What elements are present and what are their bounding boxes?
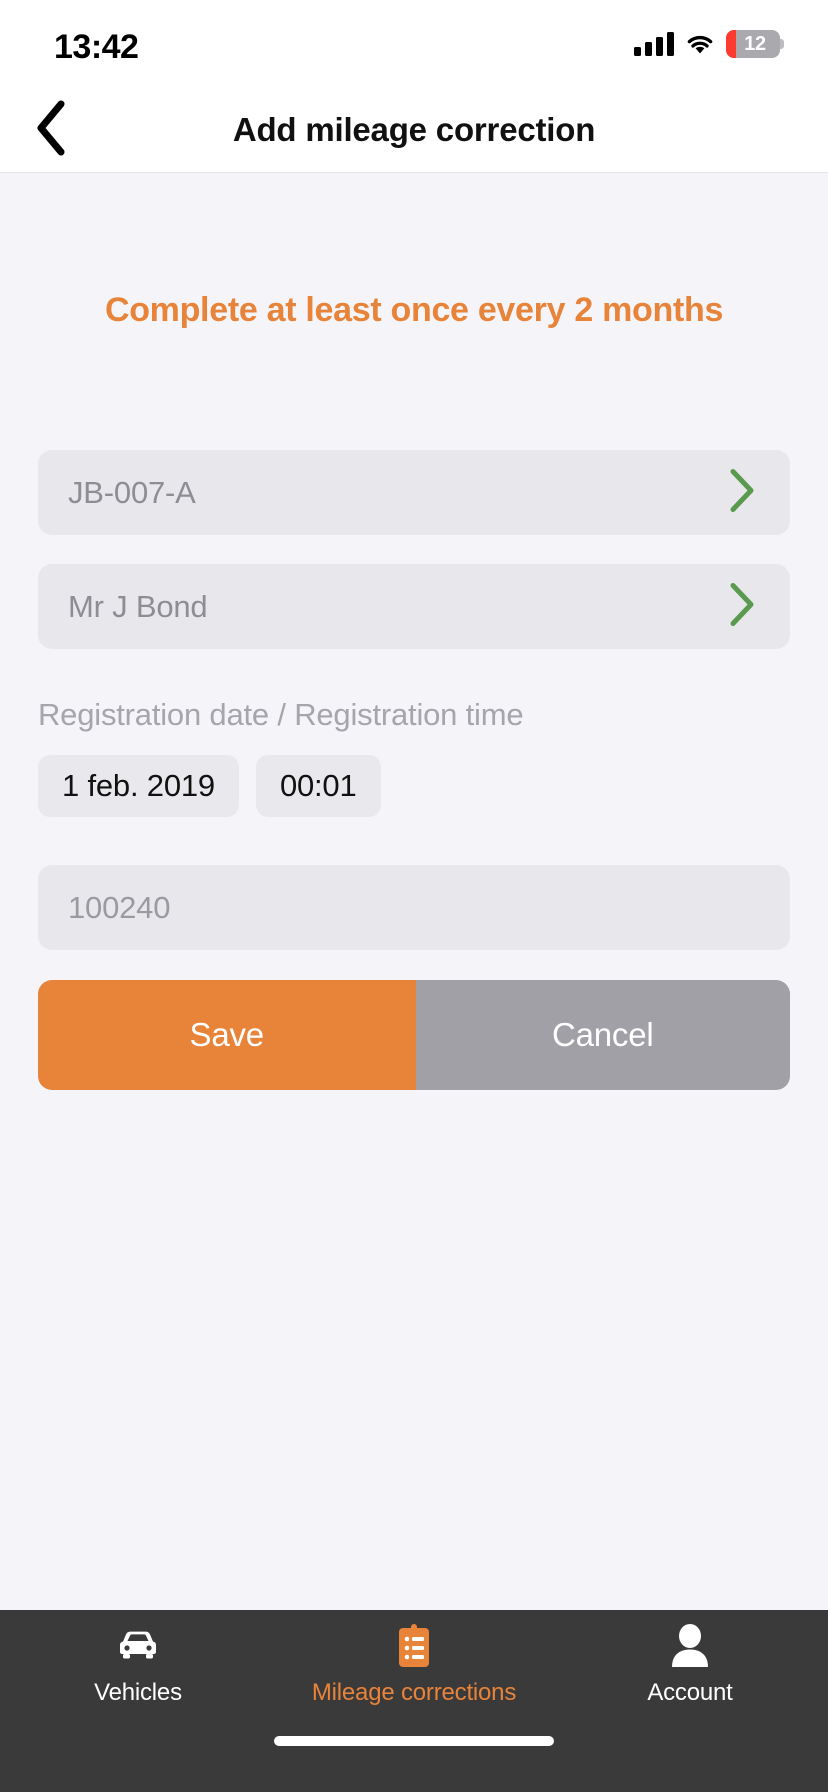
wifi-icon: [685, 33, 715, 56]
registration-time-picker[interactable]: 00:01: [255, 755, 381, 817]
datetime-picker-row: 1 feb. 2019 00:01: [38, 755, 790, 817]
mileage-placeholder: 100240: [68, 889, 171, 925]
action-button-row: Save Cancel: [38, 980, 790, 1090]
save-button[interactable]: Save: [38, 980, 416, 1090]
status-bar: 13:42 12: [0, 0, 828, 88]
main-content: Complete at least once every 2 months JB…: [0, 173, 828, 1610]
battery-percent-label: 12: [744, 33, 766, 55]
driver-value: Mr J Bond: [68, 588, 208, 624]
car-icon: [112, 1623, 164, 1669]
status-bar-indicators: 12: [634, 30, 784, 58]
navigation-bar: Add mileage correction: [0, 88, 828, 173]
registration-date-picker[interactable]: 1 feb. 2019: [38, 755, 239, 817]
tab-label-vehicles: Vehicles: [94, 1679, 182, 1706]
person-icon: [669, 1623, 711, 1669]
vehicle-select-field[interactable]: JB-007-A: [38, 450, 790, 535]
tab-label-mileage-corrections: Mileage corrections: [311, 1679, 517, 1706]
page-title: Add mileage correction: [232, 111, 596, 148]
cellular-bars-icon: [634, 32, 674, 56]
chevron-left-icon: [34, 100, 68, 161]
tab-vehicles[interactable]: Vehicles: [0, 1610, 276, 1720]
chevron-right-icon: [726, 467, 756, 518]
mileage-input[interactable]: 100240: [38, 865, 790, 950]
vehicle-value: JB-007-A: [68, 474, 196, 510]
clipboard-list-icon: [394, 1623, 434, 1669]
app-screen: 13:42 12 Add mileage correction Complete…: [0, 0, 828, 1792]
tab-label-account: Account: [647, 1679, 733, 1706]
tab-mileage-corrections[interactable]: Mileage corrections: [276, 1610, 552, 1720]
tab-account[interactable]: Account: [552, 1610, 828, 1720]
chevron-right-icon: [726, 581, 756, 632]
reminder-banner: Complete at least once every 2 months: [104, 291, 724, 329]
battery-low-icon: 12: [726, 30, 784, 58]
back-button[interactable]: [12, 88, 90, 172]
driver-select-field[interactable]: Mr J Bond: [38, 564, 790, 649]
status-bar-clock: 13:42: [54, 28, 139, 66]
home-indicator[interactable]: [274, 1736, 554, 1746]
cancel-button[interactable]: Cancel: [415, 980, 790, 1090]
registration-datetime-label: Registration date / Registration time: [38, 697, 524, 732]
bottom-tab-bar: Vehicles Mileage corrections Account: [0, 1610, 828, 1720]
home-indicator-area: [0, 1720, 828, 1792]
